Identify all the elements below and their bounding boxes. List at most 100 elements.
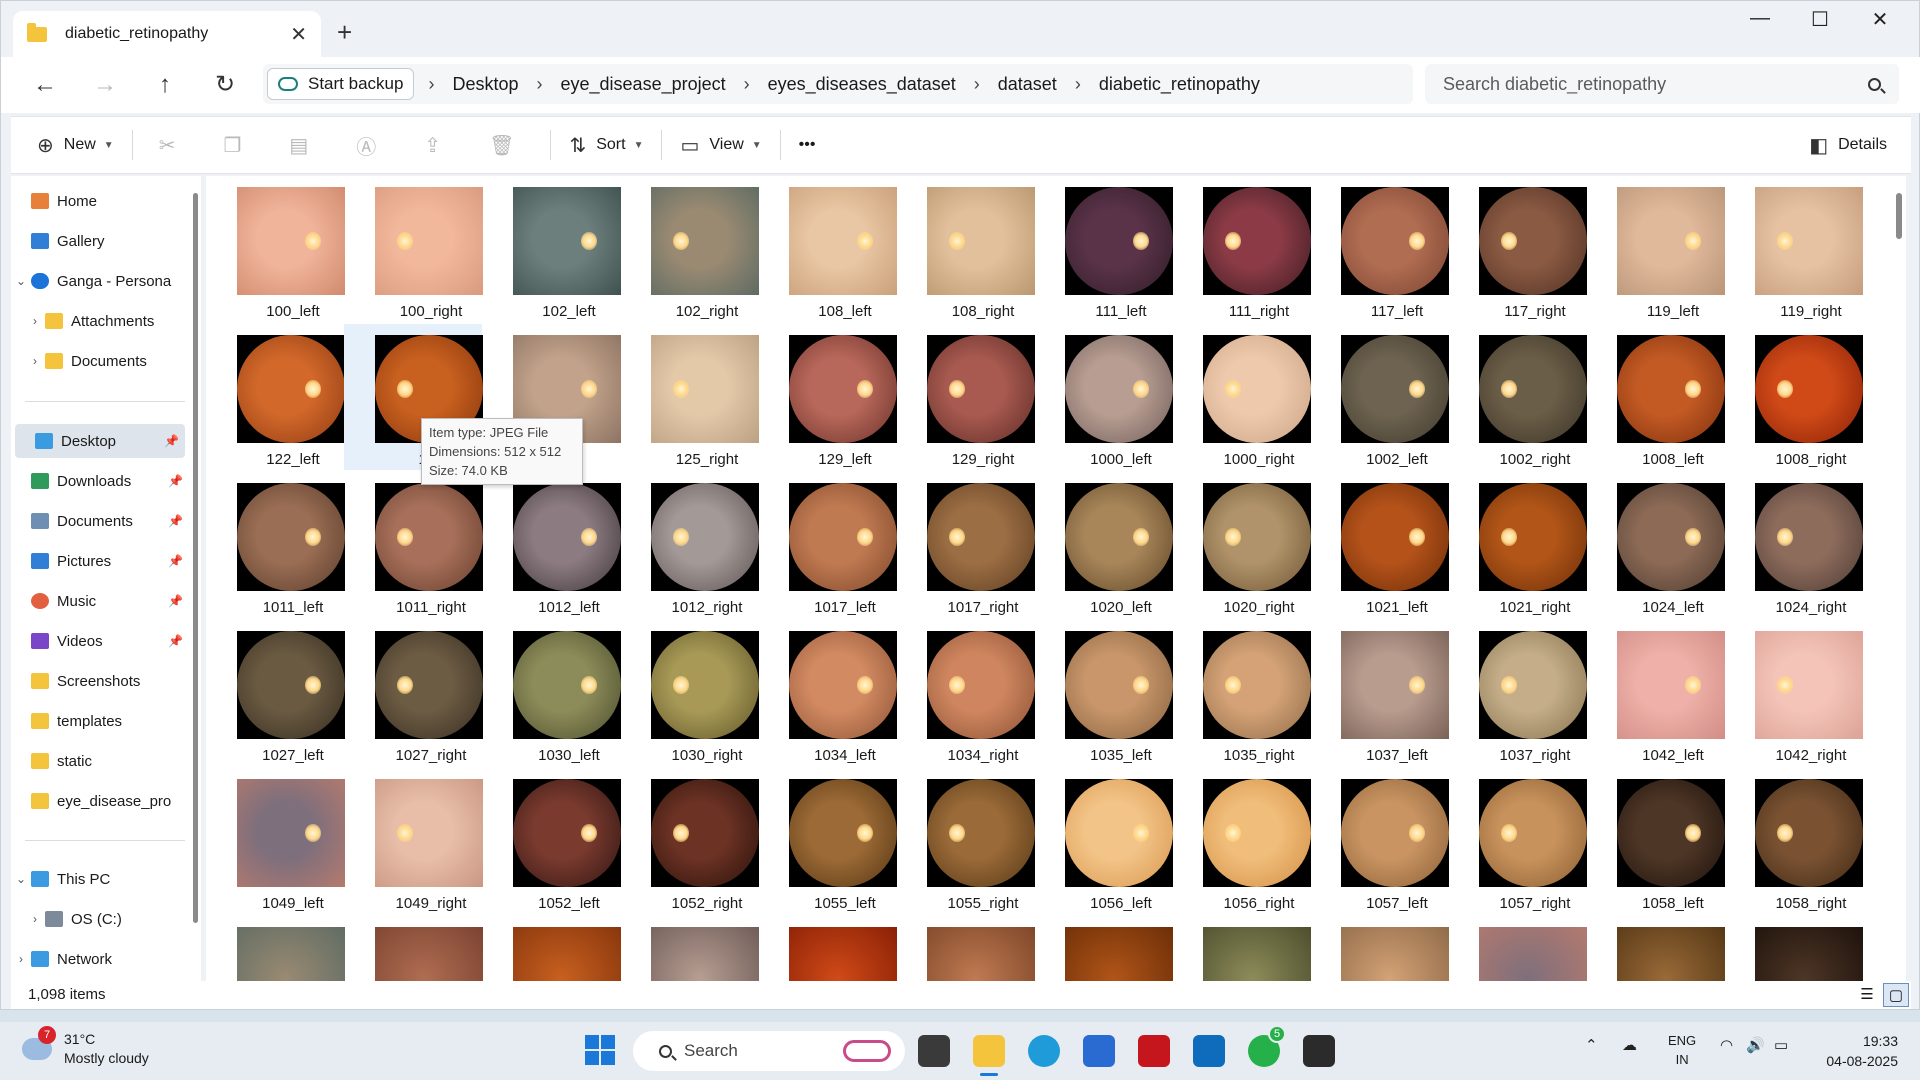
file-tile[interactable]: 1027_left	[206, 620, 345, 766]
breadcrumb-eye-disease-project[interactable]: eye_disease_project	[549, 74, 738, 95]
file-tile[interactable]: 1056_left	[1034, 768, 1173, 914]
taskbar-search[interactable]: Search	[633, 1031, 905, 1071]
file-tile[interactable]: 1017_left	[758, 472, 897, 618]
mcafee-icon[interactable]	[1138, 1035, 1170, 1067]
file-tile[interactable]: 117_right	[1448, 176, 1587, 322]
minimize-button[interactable]: —	[1731, 7, 1789, 30]
share-button[interactable]: ⇪	[414, 125, 461, 165]
terminal-icon[interactable]	[1303, 1035, 1335, 1067]
sidebar-item-eye-disease-project[interactable]: eye_disease_pro	[11, 784, 189, 818]
file-tile[interactable]: 111_right	[1172, 176, 1311, 322]
rename-button[interactable]: Ⓐ	[346, 125, 396, 165]
file-tile[interactable]: 1012_right	[620, 472, 759, 618]
file-tile[interactable]: 1024_left	[1586, 472, 1725, 618]
file-tile[interactable]: 1017_right	[896, 472, 1035, 618]
file-tile[interactable]	[482, 916, 621, 981]
file-tile[interactable]: 1011_right	[344, 472, 483, 618]
sidebar-item-onedrive[interactable]: ⌄ Ganga - Persona	[11, 264, 189, 298]
file-tile[interactable]: 129_right	[896, 324, 1035, 470]
edge-icon[interactable]	[1028, 1035, 1060, 1067]
file-tile[interactable]: 1008_left	[1586, 324, 1725, 470]
sidebar-item-gallery[interactable]: Gallery	[11, 224, 189, 258]
file-tile[interactable]: 1037_right	[1448, 620, 1587, 766]
file-tile[interactable]	[206, 916, 345, 981]
outlook-icon[interactable]	[1193, 1035, 1225, 1067]
file-tile[interactable]: 119_right	[1724, 176, 1863, 322]
file-tile[interactable]: 100_right	[344, 176, 483, 322]
sidebar-item-documents[interactable]: Documents 📌	[11, 504, 189, 538]
breadcrumb-eyes-diseases-dataset[interactable]: eyes_diseases_dataset	[756, 74, 968, 95]
file-tile[interactable]: 122_left	[206, 324, 345, 470]
large-icons-view-toggle-icon[interactable]: ▢	[1883, 983, 1909, 1007]
language-indicator[interactable]: ENG IN	[1668, 1031, 1696, 1069]
breadcrumb-diabetic-retinopathy[interactable]: diabetic_retinopathy	[1087, 74, 1272, 95]
wifi-icon[interactable]: ◠	[1720, 1036, 1733, 1054]
sidebar-item-desktop[interactable]: Desktop 📌	[15, 424, 185, 458]
sidebar-item-templates[interactable]: templates	[11, 704, 189, 738]
file-tile[interactable]: 1058_left	[1586, 768, 1725, 914]
forward-button[interactable]: →	[89, 69, 121, 101]
file-tile[interactable]	[1586, 916, 1725, 981]
pin-icon[interactable]: 📌	[168, 474, 183, 488]
onedrive-tray-icon[interactable]: ☁	[1622, 1036, 1637, 1054]
file-tile[interactable]: 1057_left	[1310, 768, 1449, 914]
file-explorer-icon[interactable]	[973, 1035, 1005, 1067]
file-tile[interactable]: 1030_left	[482, 620, 621, 766]
sidebar-item-home[interactable]: Home	[11, 184, 189, 218]
volume-icon[interactable]: 🔊	[1746, 1036, 1765, 1054]
file-tile[interactable]: 1034_left	[758, 620, 897, 766]
file-tile[interactable]: 1027_right	[344, 620, 483, 766]
file-tile[interactable]	[1310, 916, 1449, 981]
battery-icon[interactable]: ▭	[1774, 1036, 1788, 1054]
task-view-icon[interactable]	[918, 1035, 950, 1067]
breadcrumb-separator-icon[interactable]: ›	[968, 74, 986, 95]
chevron-right-icon[interactable]: ›	[25, 314, 45, 328]
view-button[interactable]: ▭ View ▼	[670, 125, 771, 165]
file-tile[interactable]: 1020_right	[1172, 472, 1311, 618]
file-tile[interactable]: 1035_right	[1172, 620, 1311, 766]
delete-button[interactable]: 🗑	[479, 125, 534, 165]
file-tile[interactable]: 1052_left	[482, 768, 621, 914]
search-input[interactable]	[1443, 73, 1868, 95]
sidebar-item-screenshots[interactable]: Screenshots	[11, 664, 189, 698]
refresh-button[interactable]: ↻	[209, 69, 241, 101]
file-tile[interactable]: 108_right	[896, 176, 1035, 322]
content-scrollbar[interactable]	[1896, 193, 1902, 239]
close-window-button[interactable]: ✕	[1851, 7, 1909, 32]
file-tile[interactable]: 1000_left	[1034, 324, 1173, 470]
breadcrumb-separator-icon[interactable]: ›	[422, 74, 440, 95]
file-tile[interactable]	[620, 916, 759, 981]
breadcrumb-dataset[interactable]: dataset	[986, 74, 1069, 95]
file-tile[interactable]: 1049_right	[344, 768, 483, 914]
file-tile[interactable]: 1002_left	[1310, 324, 1449, 470]
file-tile[interactable]	[1172, 916, 1311, 981]
details-view-toggle-icon[interactable]: ☰	[1854, 983, 1880, 1007]
search-icon[interactable]	[1868, 77, 1881, 91]
cut-button[interactable]: ✂	[149, 125, 196, 165]
details-button[interactable]: ◧ Details	[1799, 125, 1897, 165]
file-tile[interactable]: 102_left	[482, 176, 621, 322]
file-tile[interactable]: 108_left	[758, 176, 897, 322]
file-tile[interactable]: 1042_left	[1586, 620, 1725, 766]
file-tile[interactable]: 117_left	[1310, 176, 1449, 322]
file-tile[interactable]	[896, 916, 1035, 981]
file-tile[interactable]: 1011_left	[206, 472, 345, 618]
breadcrumb-separator-icon[interactable]: ›	[1069, 74, 1087, 95]
file-tile[interactable]: 1034_right	[896, 620, 1035, 766]
more-options-button[interactable]: •••	[789, 125, 826, 165]
file-tile[interactable]: 1024_right	[1724, 472, 1863, 618]
file-tile[interactable]: 125_right	[620, 324, 759, 470]
breadcrumb-separator-icon[interactable]: ›	[531, 74, 549, 95]
file-tile[interactable]	[758, 916, 897, 981]
file-tile[interactable]	[1448, 916, 1587, 981]
maximize-button[interactable]: ☐	[1791, 7, 1849, 32]
up-button[interactable]: ↑	[149, 69, 181, 101]
file-tile[interactable]: 1030_right	[620, 620, 759, 766]
file-tile[interactable]: 1002_right	[1448, 324, 1587, 470]
file-tile[interactable]: 1042_right	[1724, 620, 1863, 766]
file-tile[interactable]	[344, 916, 483, 981]
file-tile[interactable]: 1000_right	[1172, 324, 1311, 470]
chevron-right-icon[interactable]: ›	[25, 354, 45, 368]
back-button[interactable]: ←	[29, 69, 61, 101]
chevron-down-icon[interactable]: ⌄	[11, 872, 31, 886]
